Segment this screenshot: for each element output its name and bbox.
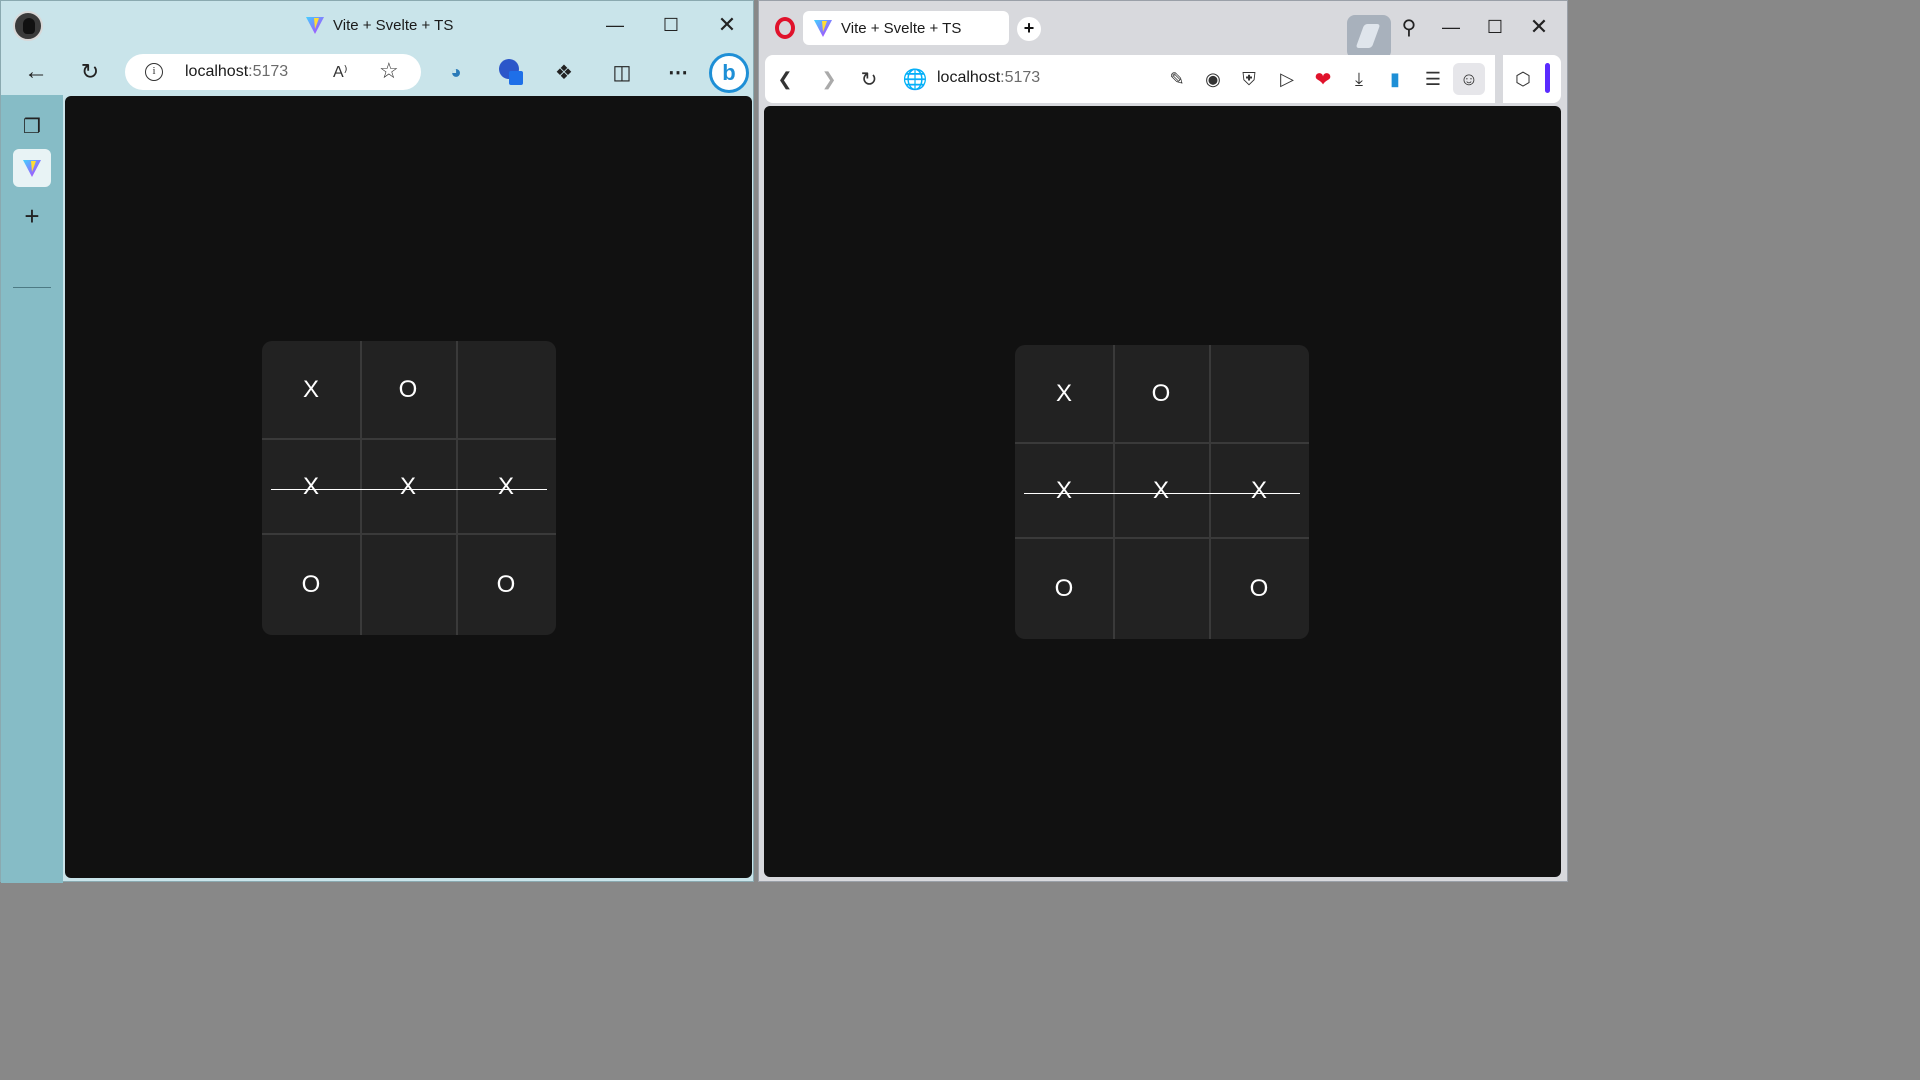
edge-url-port: :5173 xyxy=(248,63,289,80)
close-button[interactable]: ✕ xyxy=(1519,11,1559,43)
opera-url-host: localhost xyxy=(937,69,1001,86)
board-cell-0-0[interactable]: X xyxy=(1015,345,1113,443)
grid-vertical-line xyxy=(360,341,362,635)
shield-icon[interactable]: ⛨ xyxy=(1233,63,1265,95)
opera-toolbar-extras: ⬡ xyxy=(1503,55,1561,103)
board-cell-0-2[interactable] xyxy=(1209,345,1309,443)
search-tabs-icon[interactable]: ⚲ xyxy=(1389,11,1429,43)
favorite-star-icon[interactable]: ☆ xyxy=(379,58,399,84)
opera-tab[interactable]: Vite + Svelte + TS xyxy=(803,11,1009,45)
board-cell-0-1[interactable]: O xyxy=(360,341,456,439)
forward-button[interactable]: ❯ xyxy=(813,63,845,95)
grid-horizontal-line xyxy=(1015,442,1309,444)
edge-page-content: XOXXXOO xyxy=(65,96,752,878)
send-icon[interactable]: ▷ xyxy=(1271,63,1303,95)
extensions-puzzle-icon[interactable]: ❖ xyxy=(547,55,581,89)
opera-extension-badge-icon[interactable] xyxy=(1347,15,1391,59)
opera-url-port: :5173 xyxy=(1000,69,1041,86)
back-button[interactable]: ← xyxy=(19,55,53,89)
grid-horizontal-line xyxy=(262,438,556,440)
tab-actions-icon[interactable]: ❐ xyxy=(13,107,51,145)
edge-tab-title: Vite + Svelte + TS xyxy=(333,16,454,34)
close-button[interactable]: ✕ xyxy=(707,9,747,41)
edge-vertical-tabs: ❐ + xyxy=(1,95,63,883)
sidebar-divider xyxy=(13,287,51,288)
board-cell-2-2[interactable]: O xyxy=(1209,539,1309,639)
opera-toolbar: ❮ ❯ ↻ 🌐 localhost:5173 ✎ ◉ ⛨ ▷ ❤ ⤓ ▮ ☰ ☺ xyxy=(765,55,1495,103)
vite-icon xyxy=(23,160,41,177)
opera-url[interactable]: localhost:5173 xyxy=(937,69,1040,87)
download-icon[interactable]: ⤓ xyxy=(1343,63,1375,95)
board-cell-1-1[interactable]: X xyxy=(1113,443,1209,539)
heart-icon[interactable]: ❤ xyxy=(1307,63,1339,95)
grid-horizontal-line xyxy=(1015,537,1309,539)
split-screen-icon[interactable]: ◫ xyxy=(605,55,639,89)
back-button[interactable]: ❮ xyxy=(769,63,801,95)
maximize-button[interactable]: ☐ xyxy=(651,9,691,41)
grid-vertical-line xyxy=(1209,345,1211,639)
board-cell-2-0[interactable]: O xyxy=(1015,539,1113,639)
cube-extension-icon[interactable]: ⬡ xyxy=(1507,63,1539,95)
globe-icon[interactable]: 🌐 xyxy=(899,63,931,95)
sidebar-handle[interactable] xyxy=(1545,63,1550,93)
board-cell-1-2[interactable]: X xyxy=(456,439,556,535)
minimize-button[interactable]: — xyxy=(595,9,635,41)
board-cell-0-0[interactable]: X xyxy=(262,341,360,439)
edge-url-host: localhost xyxy=(185,63,249,80)
more-menu-icon[interactable]: ⋯ xyxy=(661,55,695,89)
opera-page-content: XOXXXOO xyxy=(764,106,1561,877)
board-cell-1-1[interactable]: X xyxy=(360,439,456,535)
board-cell-0-1[interactable]: O xyxy=(1113,345,1209,443)
board-cell-1-0[interactable]: X xyxy=(262,439,360,535)
board-cell-2-0[interactable]: O xyxy=(262,535,360,635)
opera-tab-title: Vite + Svelte + TS xyxy=(841,19,962,37)
opera-browser-window: Vite + Svelte + TS + ⚲ — ☐ ✕ ❮ ❯ ↻ 🌐 loc… xyxy=(758,0,1568,882)
read-aloud-icon[interactable]: A⁾ xyxy=(333,62,348,82)
minimize-button[interactable]: — xyxy=(1431,11,1471,43)
opera-logo-icon[interactable] xyxy=(775,17,795,39)
edge-browser-window: Vite + Svelte + TS — ☐ ✕ ← ↻ ◕ ❖ ◫ ⋯ b i… xyxy=(0,0,754,883)
easy-setup-icon[interactable]: ☰ xyxy=(1417,63,1449,95)
edge-title-bar: Vite + Svelte + TS — ☐ ✕ xyxy=(1,1,753,49)
extension-icon[interactable] xyxy=(495,55,529,89)
vite-icon xyxy=(814,20,832,37)
edit-page-icon[interactable]: ✎ xyxy=(1161,63,1193,95)
maximize-button[interactable]: ☐ xyxy=(1475,11,1515,43)
tic-tac-toe-board: XOXXXOO xyxy=(1015,345,1309,639)
edge-tab[interactable]: Vite + Svelte + TS xyxy=(305,15,453,35)
refresh-button[interactable]: ↻ xyxy=(73,55,107,89)
edge-address-bar[interactable]: i localhost:5173 A⁾ ☆ xyxy=(125,54,421,90)
tic-tac-toe-board: XOXXXOO xyxy=(262,341,556,635)
edge-url[interactable]: localhost:5173 xyxy=(185,63,288,81)
board-cell-0-2[interactable] xyxy=(456,341,556,439)
snapshot-camera-icon[interactable]: ◉ xyxy=(1197,63,1229,95)
winning-strike-line xyxy=(271,489,547,490)
board-cell-2-1[interactable] xyxy=(360,535,456,635)
board-cell-1-2[interactable]: X xyxy=(1209,443,1309,539)
profile-avatar[interactable] xyxy=(13,11,43,41)
vertical-tab-vite[interactable] xyxy=(13,149,51,187)
site-info-icon[interactable]: i xyxy=(145,63,163,81)
grid-vertical-line xyxy=(1113,345,1115,639)
vite-icon xyxy=(306,17,324,34)
extension-badge-icon xyxy=(499,59,523,85)
profile-icon[interactable]: ☺ xyxy=(1453,63,1485,95)
bing-copilot-icon[interactable]: b xyxy=(709,53,749,93)
refresh-button[interactable]: ↻ xyxy=(853,63,885,95)
grid-vertical-line xyxy=(456,341,458,635)
new-tab-plus-icon[interactable]: + xyxy=(13,197,51,235)
board-cell-2-2[interactable]: O xyxy=(456,535,556,635)
winning-strike-line xyxy=(1024,493,1300,494)
grid-horizontal-line xyxy=(262,533,556,535)
new-tab-button[interactable]: + xyxy=(1017,17,1041,41)
board-cell-2-1[interactable] xyxy=(1113,539,1209,639)
battery-saver-icon[interactable]: ▮ xyxy=(1379,63,1411,95)
edge-extension-icon[interactable]: ◕ xyxy=(439,55,473,89)
board-cell-1-0[interactable]: X xyxy=(1015,443,1113,539)
